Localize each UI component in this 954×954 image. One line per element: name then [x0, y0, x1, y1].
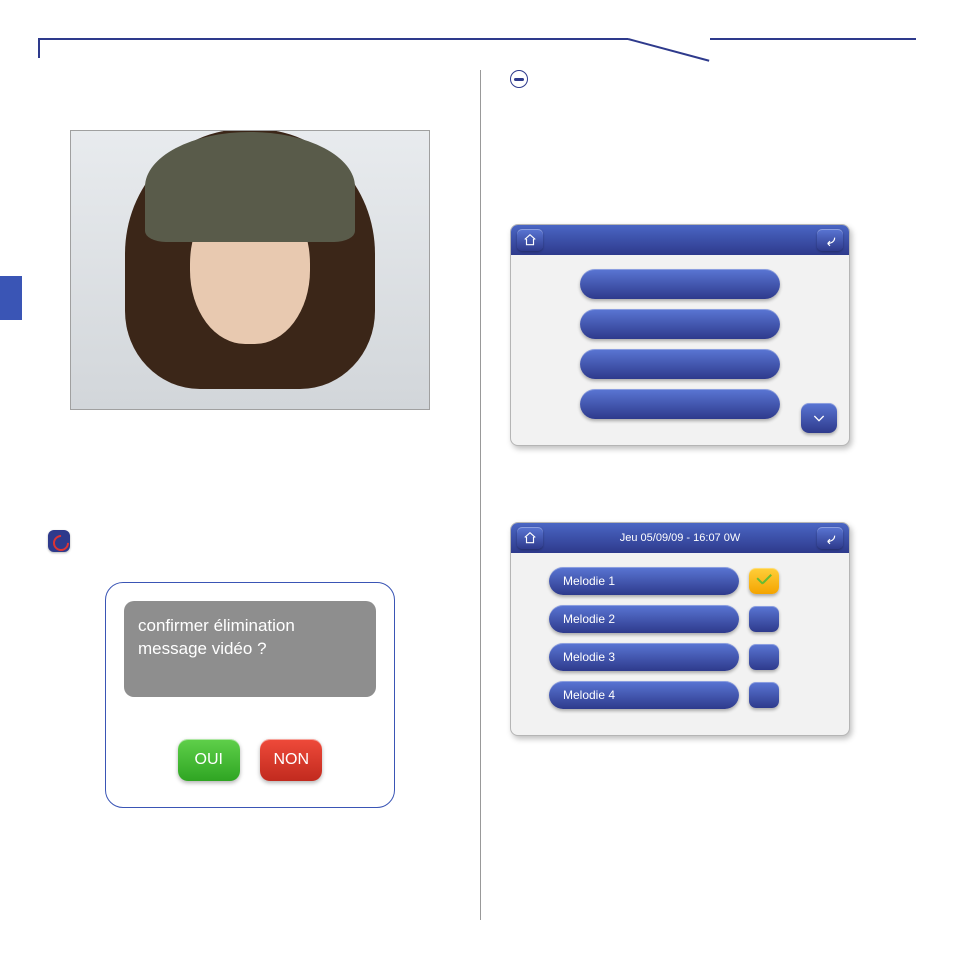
- confirm-dialog-line1: confirmer élimination: [138, 615, 362, 638]
- melody-row-3: Melodie 3: [549, 643, 837, 671]
- bell-config-icon: [510, 70, 528, 88]
- titlebar-screen1: [511, 225, 849, 255]
- menu-row-2[interactable]: [580, 309, 780, 339]
- melody-2-button[interactable]: Melodie 2: [549, 605, 739, 633]
- menu-row-3[interactable]: [580, 349, 780, 379]
- confirm-dialog-line2: message vidéo ?: [138, 638, 362, 661]
- home-icon: [523, 233, 537, 247]
- melody-4-checkbox[interactable]: [749, 682, 779, 708]
- right-column: Jeu 05/09/09 - 16:07 0W Melodie 1 Melodi…: [510, 70, 910, 736]
- back-arrow-icon: [823, 531, 837, 545]
- melody-2-checkbox[interactable]: [749, 606, 779, 632]
- home-button[interactable]: [517, 229, 543, 251]
- home-icon: [523, 531, 537, 545]
- confirm-no-button[interactable]: NON: [260, 739, 322, 781]
- column-divider: [480, 70, 481, 920]
- melody-row-2: Melodie 2: [549, 605, 837, 633]
- back-button-2[interactable]: [817, 527, 843, 549]
- confirm-yes-button[interactable]: OUI: [178, 739, 240, 781]
- melody-3-button[interactable]: Melodie 3: [549, 643, 739, 671]
- page-frame-left-stub: [38, 38, 40, 58]
- titlebar-screen2: Jeu 05/09/09 - 16:07 0W: [511, 523, 849, 553]
- home-button-2[interactable]: [517, 527, 543, 549]
- melody-row-1: Melodie 1: [549, 567, 837, 595]
- melody-1-checkbox[interactable]: [749, 568, 779, 594]
- delete-icon: [48, 530, 70, 552]
- menu-row-1[interactable]: [580, 269, 780, 299]
- confirm-dialog-message: confirmer élimination message vidéo ?: [124, 601, 376, 697]
- back-arrow-icon: [823, 233, 837, 247]
- device-screen-menu: [510, 224, 850, 446]
- melody-row-4: Melodie 4: [549, 681, 837, 709]
- confirm-dialog: confirmer élimination message vidéo ? OU…: [105, 582, 395, 808]
- page-frame-top-left: [38, 38, 628, 40]
- melody-4-button[interactable]: Melodie 4: [549, 681, 739, 709]
- chevron-down-icon: [811, 410, 827, 426]
- menu-row-4[interactable]: [580, 389, 780, 419]
- back-button[interactable]: [817, 229, 843, 251]
- left-column: confirmer élimination message vidéo ? OU…: [40, 70, 460, 808]
- page-side-tab: [0, 276, 22, 320]
- titlebar-text-2: Jeu 05/09/09 - 16:07 0W: [620, 532, 740, 544]
- device-screen-melodies: Jeu 05/09/09 - 16:07 0W Melodie 1 Melodi…: [510, 522, 850, 736]
- video-thumbnail: [70, 130, 430, 410]
- scroll-down-button[interactable]: [801, 403, 837, 433]
- melody-1-button[interactable]: Melodie 1: [549, 567, 739, 595]
- page-frame-top-right: [710, 38, 916, 40]
- melody-3-checkbox[interactable]: [749, 644, 779, 670]
- page-frame-diagonal: [628, 38, 710, 62]
